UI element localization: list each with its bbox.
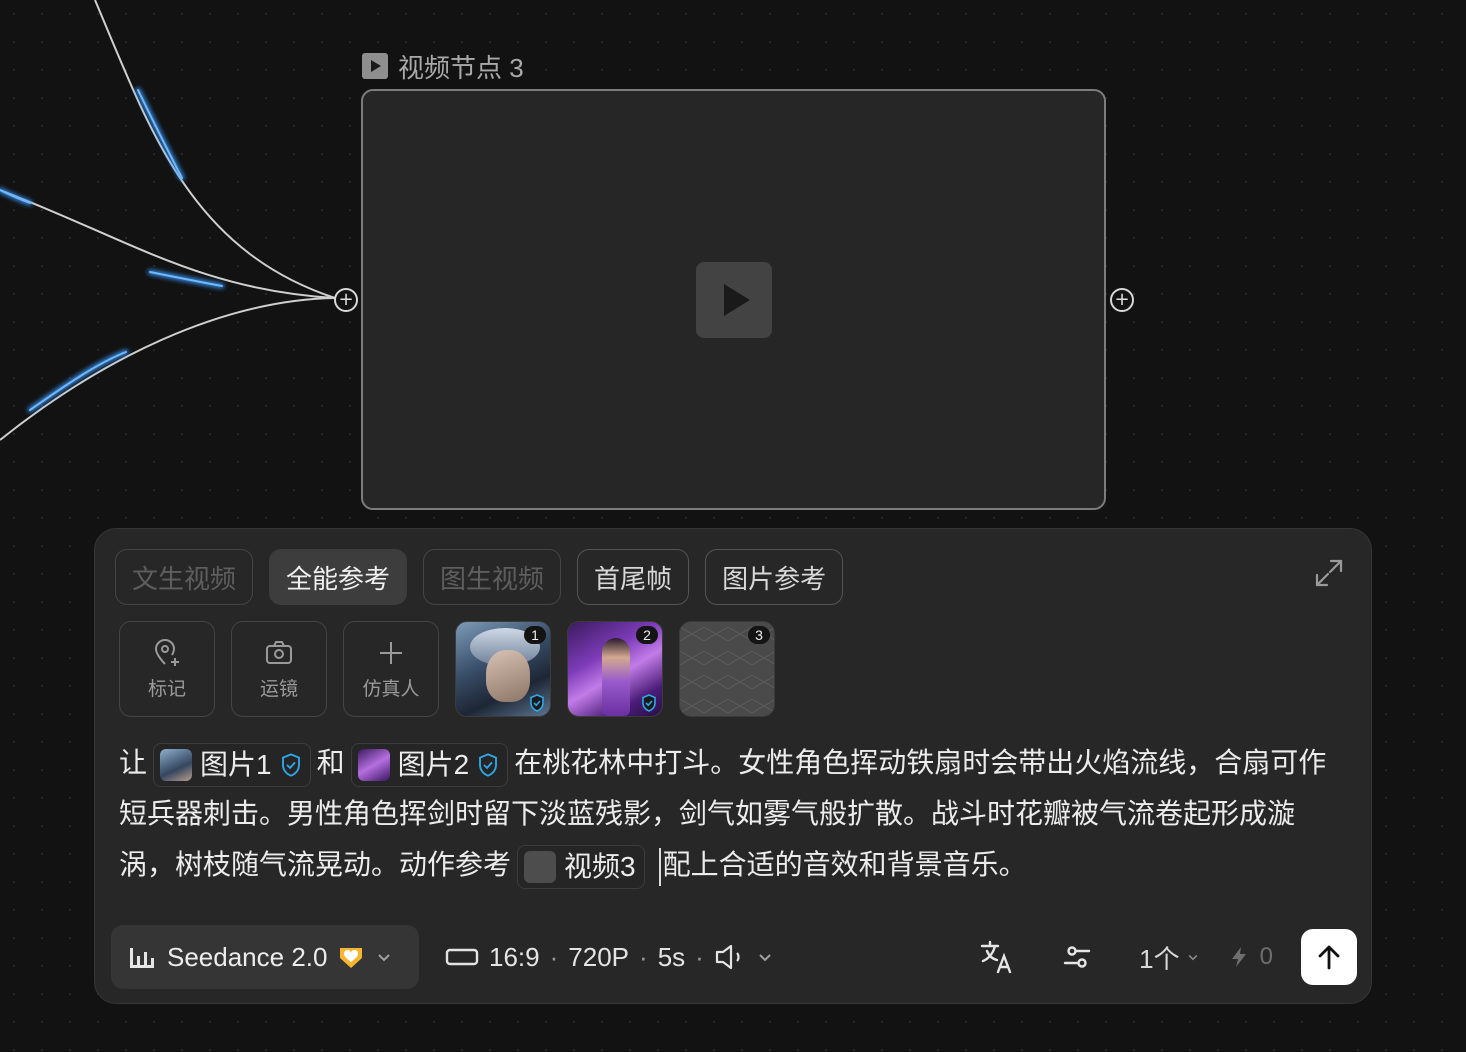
- camera-icon: [266, 640, 292, 664]
- tab-image-reference[interactable]: 图片参考: [705, 549, 844, 605]
- reference-video-3[interactable]: 3: [679, 621, 775, 717]
- toolbar-actions: 1个 0: [975, 925, 1357, 989]
- duration-value: 5s: [657, 941, 686, 972]
- adjust-button[interactable]: [1055, 935, 1099, 979]
- heart-badge-icon: [340, 948, 363, 968]
- prompt-text: 让: [119, 747, 148, 778]
- mark-button[interactable]: 标记: [119, 621, 215, 717]
- reference-chip-image-2[interactable]: 图片2: [350, 742, 509, 787]
- chevron-down-icon: [1188, 954, 1198, 961]
- sliders-icon: [1063, 946, 1091, 968]
- reference-badge: 1: [524, 626, 546, 644]
- reference-tools: 标记 运镜 仿真人 1 2 3: [119, 621, 775, 717]
- camera-move-label: 运镜: [259, 678, 298, 700]
- arrow-up-icon: [1318, 945, 1340, 970]
- video-node-icon: [362, 53, 388, 79]
- bolt-icon: [1231, 947, 1246, 967]
- generation-settings[interactable]: 16:9 · 720P · 5s ·: [445, 925, 774, 989]
- chevron-down-icon: [759, 954, 771, 962]
- prompt-input[interactable]: 让图片1 和图片2 在桃花林中打斗。女性角色挥动铁扇时会带出火焰流线，合扇可作短兵器…: [119, 737, 1339, 890]
- realistic-human-button[interactable]: 仿真人: [343, 621, 439, 717]
- camera-move-button[interactable]: 运镜: [231, 621, 327, 717]
- prompt-text: 配上合适的音效和背景音乐。: [662, 849, 1027, 880]
- ratio-value: 16:9: [489, 941, 540, 972]
- output-count: 1个: [1139, 943, 1180, 974]
- tab-image-to-video[interactable]: 图生视频: [423, 549, 562, 605]
- location-pin-plus-icon: [154, 638, 179, 666]
- reference-chip-video-3[interactable]: 视频3: [517, 844, 645, 889]
- tab-text-to-video[interactable]: 文生视频: [115, 549, 254, 605]
- chip-label: 视频3: [564, 850, 636, 882]
- edge-2: [0, 189, 336, 299]
- verified-shield-icon: [530, 694, 544, 712]
- credits-value: 0: [1259, 943, 1273, 970]
- chip-thumbnail: [160, 748, 193, 781]
- audio-bars-icon: [130, 948, 154, 968]
- chip-label: 图片2: [397, 748, 470, 780]
- tab-omni-reference[interactable]: 全能参考: [269, 549, 408, 605]
- resolution-value: 720P: [568, 941, 630, 972]
- chevron-down-icon: [378, 954, 391, 962]
- translate-icon: [980, 940, 1012, 974]
- node-title[interactable]: 视频节点 3: [362, 50, 524, 83]
- send-button[interactable]: [1301, 929, 1357, 985]
- chip-thumbnail: [357, 748, 390, 781]
- output-count-selector[interactable]: 1个: [1139, 939, 1199, 976]
- verified-shield-icon: [281, 752, 300, 777]
- mode-tabs: 文生视频 全能参考 图生视频 首尾帧 图片参考: [115, 549, 844, 605]
- chip-label: 图片1: [200, 748, 272, 780]
- node-title-text: 视频节点 3: [398, 52, 524, 83]
- verified-shield-icon: [642, 694, 656, 712]
- edge-3: [0, 297, 336, 441]
- separator-dot: ·: [695, 941, 704, 972]
- prompt-text: 和: [316, 747, 345, 778]
- mark-label: 标记: [147, 678, 186, 700]
- realistic-human-label: 仿真人: [362, 678, 420, 700]
- translate-button[interactable]: [975, 935, 1019, 979]
- separator-dot: ·: [549, 941, 559, 972]
- tab-first-last-frame[interactable]: 首尾帧: [577, 549, 690, 605]
- model-name: Seedance 2.0: [167, 941, 328, 972]
- aspect-ratio-icon: [445, 948, 479, 966]
- video-node[interactable]: [361, 89, 1106, 510]
- edge-1: [94, 0, 336, 299]
- speaker-icon: [715, 944, 740, 970]
- reference-image-1[interactable]: 1: [455, 621, 551, 717]
- expand-icon[interactable]: [1313, 557, 1345, 589]
- verified-shield-icon: [479, 752, 498, 777]
- plus-icon: [380, 641, 402, 664]
- play-icon[interactable]: [696, 262, 772, 338]
- bottom-toolbar: Seedance 2.0 16:9 · 720P · 5s · 1个 0: [111, 925, 1357, 989]
- separator-dot: ·: [639, 941, 648, 972]
- text-caret: [658, 847, 661, 886]
- chip-thumbnail: [524, 850, 557, 883]
- reference-badge: 2: [636, 626, 658, 644]
- reference-badge: 3: [748, 626, 770, 644]
- reference-chip-image-1[interactable]: 图片1: [153, 742, 311, 787]
- reference-image-2[interactable]: 2: [567, 621, 663, 717]
- generation-panel: 文生视频 全能参考 图生视频 首尾帧 图片参考 标记 运镜 仿真人 1 2 3 …: [94, 528, 1372, 1004]
- model-selector[interactable]: Seedance 2.0: [111, 925, 419, 989]
- output-port-plus-icon[interactable]: +: [1110, 288, 1134, 312]
- credits-cost: 0: [1230, 943, 1273, 971]
- input-port-plus-icon[interactable]: +: [334, 288, 358, 312]
